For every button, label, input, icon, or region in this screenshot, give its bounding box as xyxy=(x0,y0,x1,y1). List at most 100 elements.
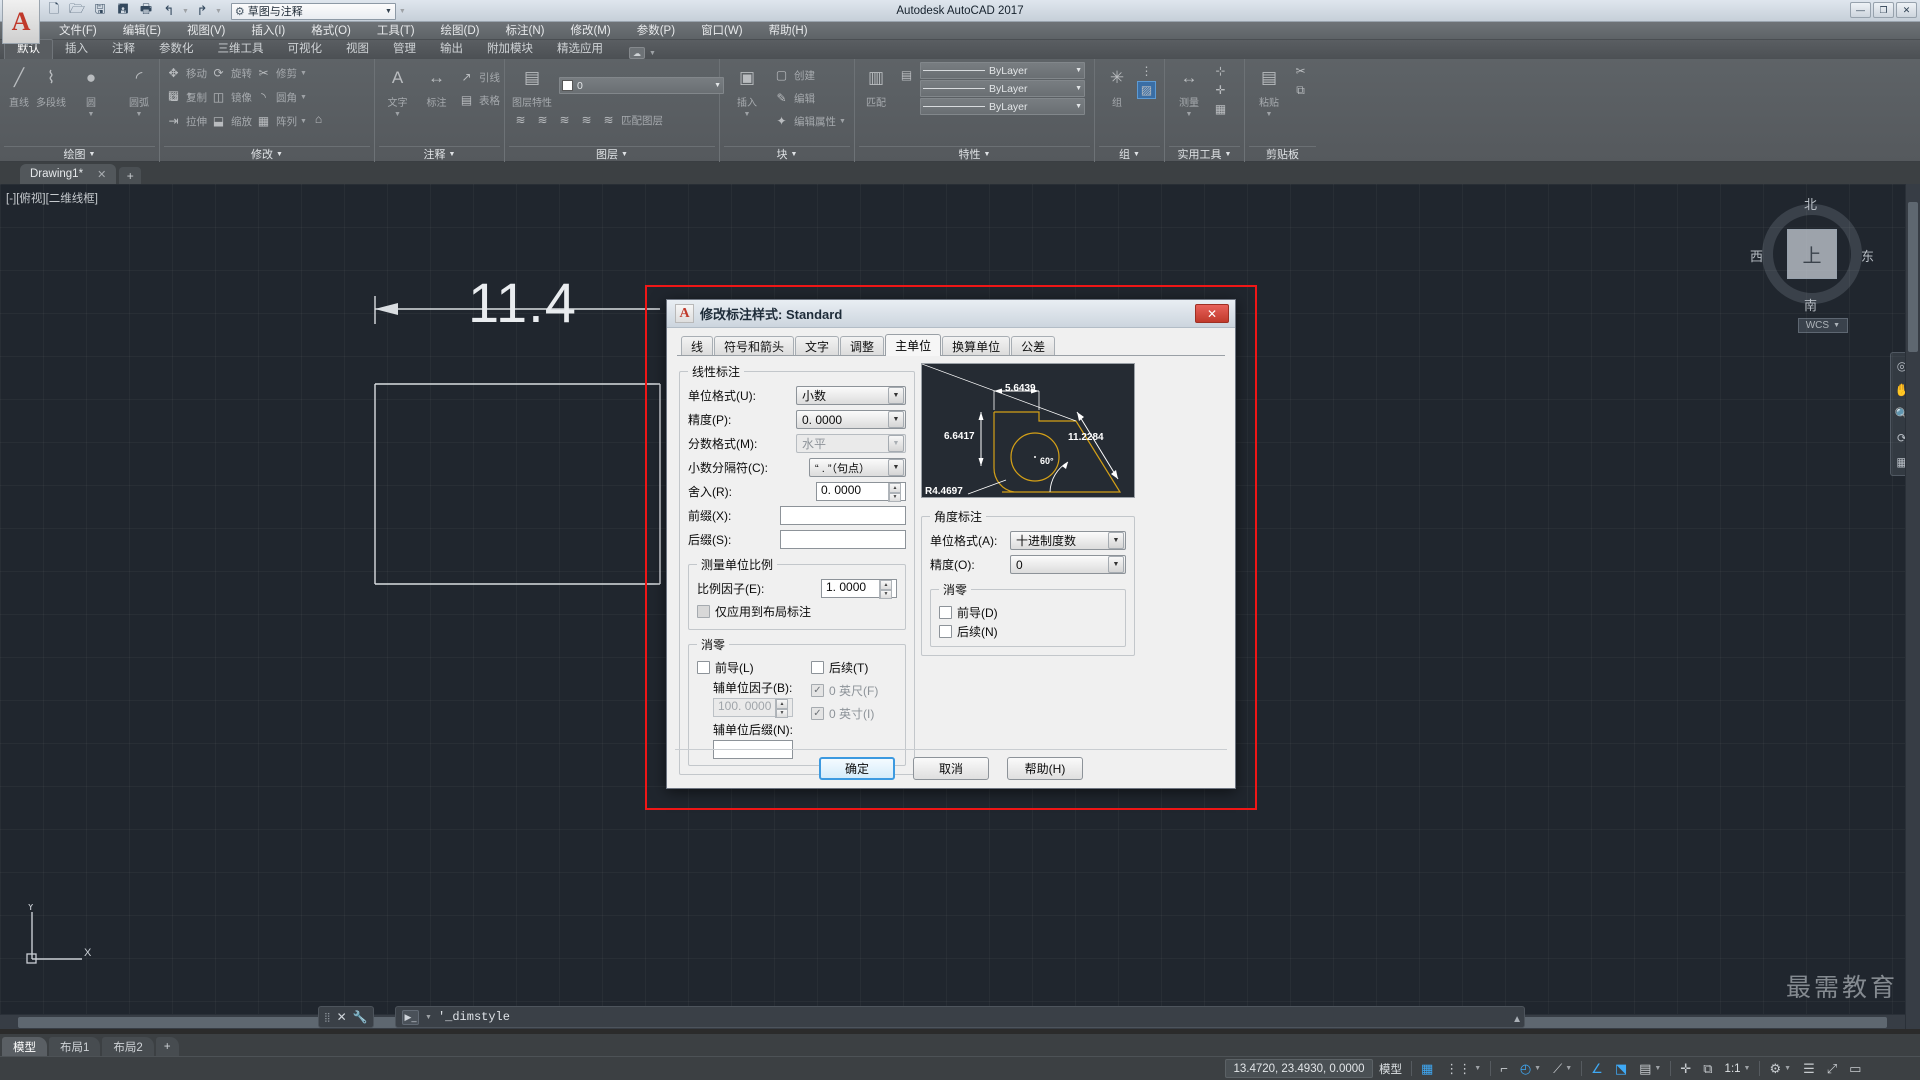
chevron-down-icon[interactable]: ▼ xyxy=(385,8,392,15)
sub-factor-stepper[interactable]: ▲ ▼ xyxy=(775,699,788,718)
new-icon[interactable]: 🗋 xyxy=(44,1,64,20)
stepper-down-icon[interactable]: ▼ xyxy=(889,492,901,502)
trim-dropdown-icon[interactable]: ▼ xyxy=(300,70,307,77)
linetype-combo[interactable]: ByLayer ▼ xyxy=(920,80,1085,97)
close-icon[interactable]: ✕ xyxy=(337,1010,347,1024)
drag-handle-icon[interactable]: ⣿ xyxy=(324,1012,331,1023)
inch-zero-checkbox[interactable]: ✓ xyxy=(811,707,824,720)
angular-leading-checkbox[interactable] xyxy=(939,606,952,619)
circle-dropdown-icon[interactable]: ▼ xyxy=(88,111,95,118)
menu-item-8[interactable]: 修改(M) xyxy=(557,22,623,40)
layout-only-checkbox[interactable] xyxy=(697,605,710,618)
scale-factor-input[interactable]: 1. 0000 ▲ ▼ xyxy=(821,579,897,599)
workspace-combo[interactable]: ⚙ 草图与注释 ▼ xyxy=(230,2,396,20)
grid-toggle[interactable]: ▦ xyxy=(1415,1059,1439,1078)
chevron-down-icon[interactable]: ▼ xyxy=(1565,1065,1572,1072)
plot-icon[interactable]: 🖶 xyxy=(136,1,156,20)
layout-only-row[interactable]: 仅应用到布局标注 xyxy=(697,602,897,621)
chevron-down-icon[interactable]: ▼ xyxy=(1133,147,1140,163)
edit-attributes-tool[interactable]: ✦ 编辑属性 ▼ xyxy=(772,110,846,132)
compass-south-label[interactable]: 南 xyxy=(1804,295,1817,314)
command-line-tools[interactable]: ⣿ ✕ 🔧 xyxy=(318,1006,374,1028)
dialog-tab-0[interactable]: 线 xyxy=(681,336,714,355)
angular-leading-row[interactable]: 前导(D) xyxy=(939,603,1117,622)
layer-lock-icon[interactable]: ≋ xyxy=(555,111,574,129)
arc-dropdown-icon[interactable]: ▼ xyxy=(136,111,143,118)
move-tool[interactable]: ✥ 移动 xyxy=(164,62,207,84)
dialog-tab-1[interactable]: 符号和箭头 xyxy=(714,336,795,355)
prefix-input[interactable] xyxy=(780,506,906,525)
dialog-tab-5[interactable]: 换算单位 xyxy=(942,336,1011,355)
array-dropdown-icon[interactable]: ▼ xyxy=(300,118,307,125)
polyline-tool[interactable]: ⌇ 多段线 xyxy=(36,62,66,109)
layout-tab-1[interactable]: 布局1 xyxy=(49,1037,101,1056)
text-tool[interactable]: A 文字 ▼ xyxy=(379,62,416,118)
point-icon[interactable]: ✛ xyxy=(1211,81,1230,99)
ribbon-tab-3[interactable]: 参数化 xyxy=(147,40,206,59)
angular-unit-format-combo[interactable]: 十进制度数 ▼ xyxy=(1010,531,1126,550)
stepper-down-icon[interactable]: ▼ xyxy=(880,589,892,599)
decimal-separator-combo[interactable]: “ . ”（句点） ▼ xyxy=(809,458,906,477)
group-edit-icon[interactable]: ▨ xyxy=(1137,81,1156,99)
chevron-down-icon[interactable]: ▼ xyxy=(425,1014,432,1021)
menu-item-2[interactable]: 视图(V) xyxy=(174,22,238,40)
layer-freeze-icon[interactable]: ≋ xyxy=(533,111,552,129)
cancel-button[interactable]: 取消 xyxy=(913,757,989,780)
text-dropdown-icon[interactable]: ▼ xyxy=(394,111,401,118)
leading-zero-checkbox[interactable] xyxy=(697,661,710,674)
chevron-down-icon[interactable]: ▼ xyxy=(1534,1065,1541,1072)
menu-item-9[interactable]: 参数(P) xyxy=(624,22,688,40)
scale-tool[interactable]: ⬓ 缩放 xyxy=(209,110,252,132)
help-button[interactable]: 帮助(H) xyxy=(1007,757,1083,780)
create-block-tool[interactable]: ▢ 创建 xyxy=(772,64,846,86)
group-tool[interactable]: ✳ 组 xyxy=(1099,62,1135,109)
chevron-down-icon[interactable]: ▼ xyxy=(888,387,904,404)
ribbon-panel-block-label[interactable]: 块 ▼ xyxy=(724,146,850,162)
calculator-icon[interactable]: ▦ xyxy=(1211,100,1230,118)
ribbon-tab-8[interactable]: 输出 xyxy=(428,40,475,59)
feet-zero-checkbox[interactable]: ✓ xyxy=(811,684,824,697)
property-list-icon[interactable]: ▤ xyxy=(897,66,916,84)
chevron-down-icon[interactable]: ▼ xyxy=(1075,85,1082,92)
redo-icon[interactable]: ↱ xyxy=(192,2,212,20)
command-prompt-icon[interactable]: ▶_ xyxy=(402,1009,419,1025)
stepper-up-icon[interactable]: ▲ xyxy=(880,580,892,590)
ribbon-panel-group-label[interactable]: 组 ▼ xyxy=(1099,146,1160,162)
ribbon-panel-modify-label[interactable]: 修改 ▼ xyxy=(164,146,370,162)
attributes-dropdown-icon[interactable]: ▼ xyxy=(839,118,846,125)
polar-toggle[interactable]: ◴ ▼ xyxy=(1514,1059,1547,1078)
color-combo[interactable]: ByLayer ▼ xyxy=(920,62,1085,79)
fillet-tool[interactable]: ◝ 圆角 ▼ xyxy=(254,86,307,108)
model-space-indicator[interactable]: 模型 xyxy=(1373,1059,1408,1078)
ribbon-panel-utilities-label[interactable]: 实用工具 ▼ xyxy=(1169,146,1240,162)
vertical-scrollbar-thumb[interactable] xyxy=(1908,202,1918,352)
view-compass[interactable]: 上 北 南 东 西 xyxy=(1750,196,1874,314)
layer-off-icon[interactable]: ≋ xyxy=(511,111,530,129)
paste-dropdown-icon[interactable]: ▼ xyxy=(1266,111,1273,118)
close-icon[interactable]: ✕ xyxy=(97,168,106,181)
circle-tool[interactable]: ● 圆 ▼ xyxy=(68,62,114,118)
match-properties-tool[interactable]: ▥ 匹配 xyxy=(859,62,893,109)
osnap-toggle[interactable]: ⟋ ▼ xyxy=(1547,1059,1578,1078)
ribbon-tab-10[interactable]: 精选应用 xyxy=(545,40,615,59)
trim-tool[interactable]: ✂ 修剪 ▼ xyxy=(254,62,307,84)
feet-zero-row[interactable]: ✓ 0 英尺(F) xyxy=(811,681,897,700)
chevron-down-icon[interactable]: ▼ xyxy=(621,147,628,163)
application-menu-button[interactable]: A xyxy=(2,0,40,44)
ribbon-tab-1[interactable]: 插入 xyxy=(53,40,100,59)
menu-item-3[interactable]: 插入(I) xyxy=(238,22,298,40)
fillet-dropdown-icon[interactable]: ▼ xyxy=(300,94,307,101)
command-expand-icon[interactable]: ▲ xyxy=(1512,1014,1522,1025)
angular-trailing-row[interactable]: 后续(N) xyxy=(939,622,1117,641)
rotate-tool[interactable]: ⟳ 旋转 xyxy=(209,62,252,84)
stepper-up-icon[interactable]: ▲ xyxy=(889,483,901,493)
dialog-close-button[interactable]: ✕ xyxy=(1195,304,1229,323)
ribbon-tab-6[interactable]: 视图 xyxy=(334,40,381,59)
measure-dropdown-icon[interactable]: ▼ xyxy=(1186,111,1193,118)
dyn-ucs-toggle[interactable]: ⬔ xyxy=(1609,1059,1633,1078)
ortho-toggle[interactable]: ⌐ xyxy=(1494,1059,1514,1078)
paste-tool[interactable]: ▤ 粘贴 ▼ xyxy=(1249,62,1289,118)
qat-customize-icon[interactable]: ▼ xyxy=(399,8,406,15)
scale-factor-stepper[interactable]: ▲ ▼ xyxy=(879,580,892,599)
document-tab-drawing1[interactable]: Drawing1* ✕ xyxy=(20,164,117,184)
